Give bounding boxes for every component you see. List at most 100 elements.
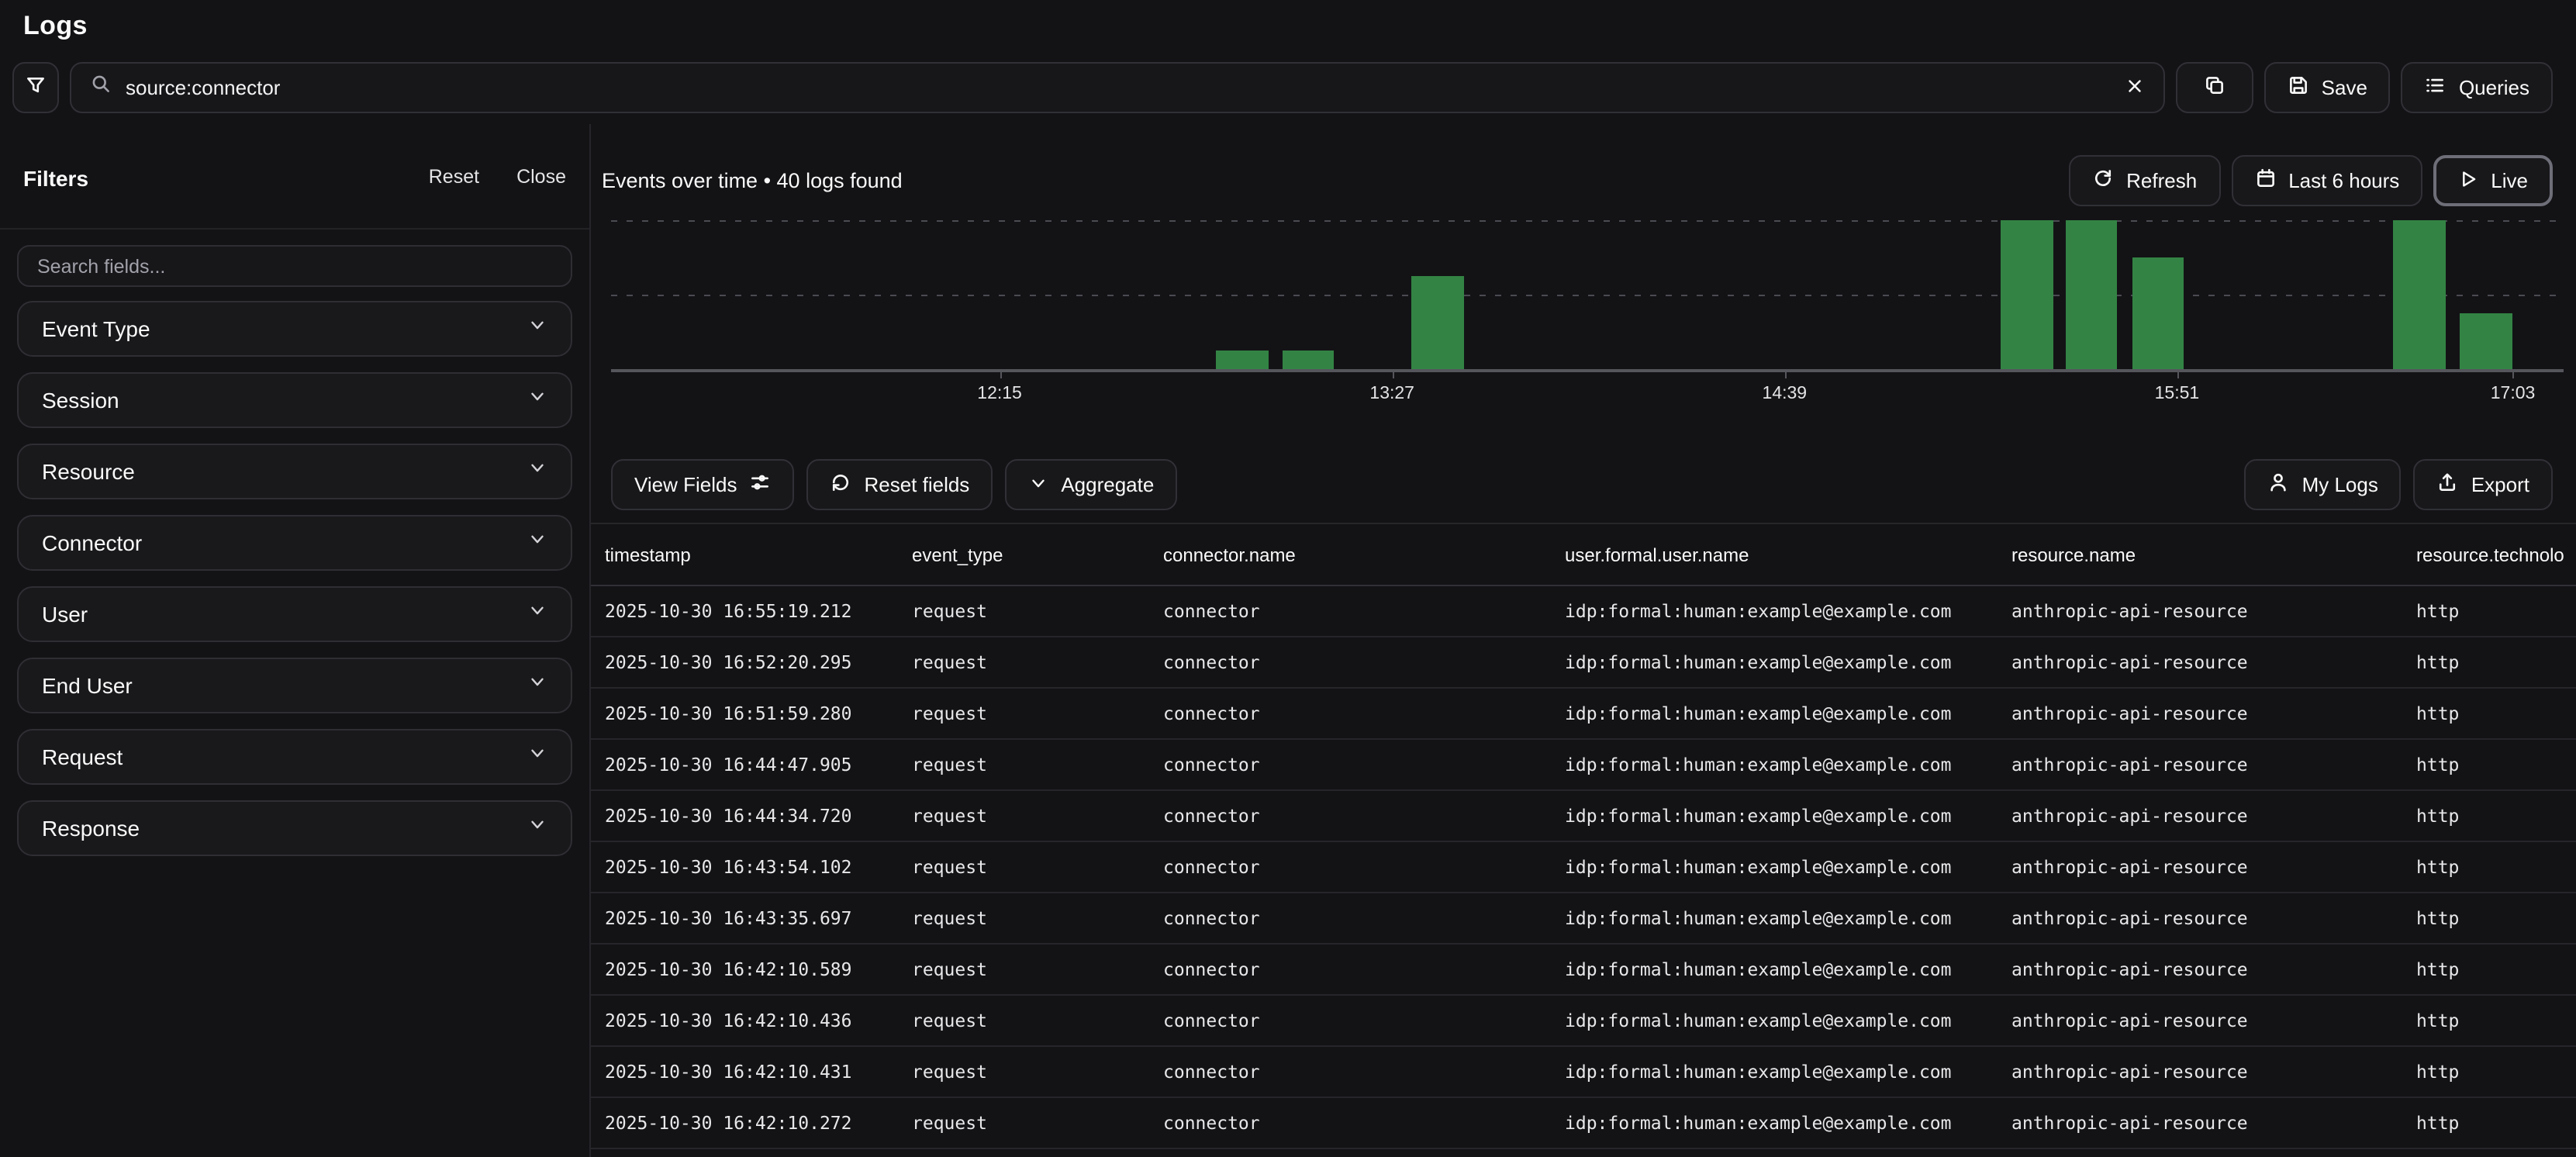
search-fields-input[interactable] xyxy=(17,245,572,287)
axis-tick-label: 13:27 xyxy=(1369,385,1414,403)
chevron-down-icon xyxy=(1028,472,1048,497)
live-button[interactable]: Live xyxy=(2433,155,2553,206)
table-cell: idp:formal:human:example@example.com xyxy=(1551,703,1998,724)
table-cell: idp:formal:human:example@example.com xyxy=(1551,651,1998,673)
table-cell: idp:formal:human:example@example.com xyxy=(1551,1061,1998,1083)
table-cell: request xyxy=(898,805,1149,827)
filter-section-label: End User xyxy=(42,673,133,698)
search-icon xyxy=(90,73,112,102)
close-filters-button[interactable]: Close xyxy=(516,166,566,188)
aggregate-button[interactable]: Aggregate xyxy=(1005,459,1177,510)
rotate-ccw-icon xyxy=(830,471,851,498)
table-cell: connector xyxy=(1149,1061,1551,1083)
clear-search-button[interactable] xyxy=(2125,75,2145,100)
table-row[interactable]: 2025-10-30 16:51:59.280requestconnectori… xyxy=(591,689,2576,740)
export-button[interactable]: Export xyxy=(2414,459,2553,510)
filter-section-event-type[interactable]: Event Type xyxy=(17,301,572,357)
column-header[interactable]: connector.name xyxy=(1149,544,1551,565)
filters-title: Filters xyxy=(23,166,88,191)
chart-bar[interactable] xyxy=(2394,220,2446,369)
filter-section-user[interactable]: User xyxy=(17,586,572,642)
table-cell: http xyxy=(2402,754,2576,775)
chart-bar[interactable] xyxy=(2132,257,2184,369)
queries-button[interactable]: Queries xyxy=(2402,62,2553,113)
filter-section-resource[interactable]: Resource xyxy=(17,444,572,499)
table-cell: http xyxy=(2402,958,2576,980)
time-range-button[interactable]: Last 6 hours xyxy=(2231,155,2422,206)
table-row[interactable]: 2025-10-30 16:42:10.589requestconnectori… xyxy=(591,945,2576,996)
table-cell: anthropic-api-resource xyxy=(1998,1112,2402,1134)
reset-fields-button[interactable]: Reset fields xyxy=(806,459,993,510)
table-cell: connector xyxy=(1149,754,1551,775)
aggregate-button-label: Aggregate xyxy=(1061,473,1154,496)
column-header[interactable]: user.formal.user.name xyxy=(1551,544,1998,565)
events-header-row: Events over time • 40 logs found Refresh… xyxy=(591,155,2576,206)
table-row[interactable]: 2025-10-30 16:55:19.212requestconnectori… xyxy=(591,586,2576,637)
table-cell: connector xyxy=(1149,1010,1551,1031)
column-header[interactable]: resource.technolo xyxy=(2402,544,2576,565)
my-logs-button[interactable]: My Logs xyxy=(2245,459,2402,510)
chart-bar[interactable] xyxy=(1217,351,1269,369)
table-cell: 2025-10-30 16:42:10.431 xyxy=(591,1061,898,1083)
filter-section-response[interactable]: Response xyxy=(17,800,572,856)
table-cell: request xyxy=(898,703,1149,724)
column-header[interactable]: timestamp xyxy=(591,544,898,565)
filter-section-connector[interactable]: Connector xyxy=(17,515,572,571)
table-cell: anthropic-api-resource xyxy=(1998,651,2402,673)
filter-toggle-button[interactable] xyxy=(12,62,59,113)
table-cell: http xyxy=(2402,856,2576,878)
table-row[interactable]: 2025-10-30 16:44:47.905requestconnectori… xyxy=(591,740,2576,791)
copy-icon xyxy=(2204,74,2226,101)
filter-section-request[interactable]: Request xyxy=(17,729,572,785)
filter-section-session[interactable]: Session xyxy=(17,372,572,428)
filter-section-label: Response xyxy=(42,816,140,841)
gridline-4 xyxy=(611,295,2564,296)
reset-filters-button[interactable]: Reset xyxy=(429,166,479,188)
refresh-button[interactable]: Refresh xyxy=(2069,155,2220,206)
table-cell: anthropic-api-resource xyxy=(1998,1061,2402,1083)
column-header[interactable]: event_type xyxy=(898,544,1149,565)
table-row[interactable]: 2025-10-30 16:52:20.295requestconnectori… xyxy=(591,637,2576,689)
table-row[interactable]: 2025-10-30 16:43:54.102requestconnectori… xyxy=(591,842,2576,893)
chevron-down-icon xyxy=(527,600,547,628)
table-row[interactable]: 2025-10-30 15:50:08.727requestconnectori… xyxy=(591,1149,2576,1157)
view-fields-button[interactable]: View Fields xyxy=(611,459,794,510)
table-row[interactable]: 2025-10-30 16:42:10.272requestconnectori… xyxy=(591,1098,2576,1149)
table-cell: http xyxy=(2402,600,2576,622)
export-button-label: Export xyxy=(2471,473,2529,496)
table-cell: connector xyxy=(1149,1112,1551,1134)
table-cell: http xyxy=(2402,1010,2576,1031)
refresh-icon xyxy=(2092,168,2114,194)
table-cell: 2025-10-30 16:43:54.102 xyxy=(591,856,898,878)
chevron-down-icon xyxy=(527,386,547,414)
table-row[interactable]: 2025-10-30 16:42:10.436requestconnectori… xyxy=(591,996,2576,1047)
table-cell: 2025-10-30 16:42:10.436 xyxy=(591,1010,898,1031)
chart-plot-area: 12:1513:2714:3915:5117:03 xyxy=(611,220,2564,372)
column-header[interactable]: resource.name xyxy=(1998,544,2402,565)
table-cell: request xyxy=(898,1112,1149,1134)
chart-bar[interactable] xyxy=(1283,351,1335,369)
table-row[interactable]: 2025-10-30 16:43:35.697requestconnectori… xyxy=(591,893,2576,945)
search-input[interactable] xyxy=(126,76,2111,99)
table-cell: 2025-10-30 16:52:20.295 xyxy=(591,651,898,673)
chevron-down-icon xyxy=(527,672,547,699)
table-row[interactable]: 2025-10-30 16:44:34.720requestconnectori… xyxy=(591,791,2576,842)
table-cell: request xyxy=(898,600,1149,622)
table-cell: request xyxy=(898,651,1149,673)
filter-section-end-user[interactable]: End User xyxy=(17,658,572,713)
chart-bar[interactable] xyxy=(1411,276,1463,369)
chart-bar[interactable] xyxy=(2460,313,2512,369)
table-cell: request xyxy=(898,1010,1149,1031)
save-button[interactable]: Save xyxy=(2264,62,2391,113)
table-cell: http xyxy=(2402,1112,2576,1134)
axis-tick-label: 17:03 xyxy=(2491,385,2536,403)
copy-query-button[interactable] xyxy=(2176,62,2253,113)
table-row[interactable]: 2025-10-30 16:42:10.431requestconnectori… xyxy=(591,1047,2576,1098)
table-cell: connector xyxy=(1149,651,1551,673)
chart-bar[interactable] xyxy=(2001,220,2053,369)
upload-icon xyxy=(2437,471,2459,498)
table-cell: connector xyxy=(1149,703,1551,724)
table-cell: idp:formal:human:example@example.com xyxy=(1551,805,1998,827)
chart-bar[interactable] xyxy=(2066,220,2118,369)
page-title: Logs xyxy=(0,0,2576,42)
